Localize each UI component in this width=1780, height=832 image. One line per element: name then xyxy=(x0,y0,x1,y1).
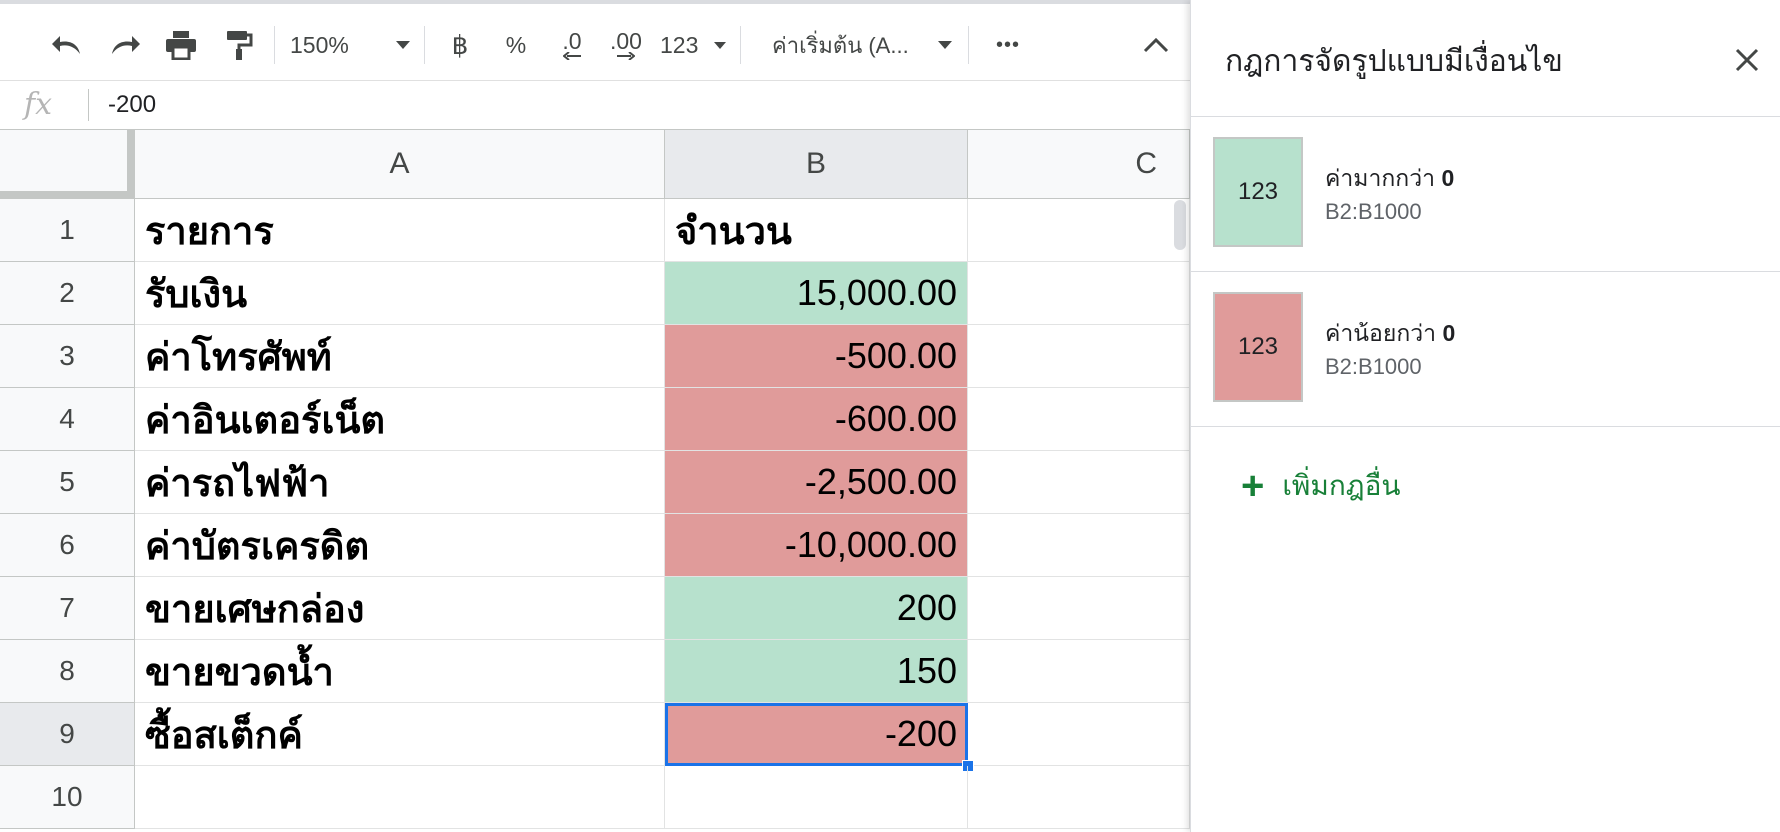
arrow-right-icon xyxy=(617,52,635,60)
cell-a7[interactable]: ขายเศษกล่อง xyxy=(135,577,665,640)
redo-button[interactable] xyxy=(104,24,146,66)
row-header-6[interactable]: 6 xyxy=(0,514,135,577)
toolbar-divider xyxy=(740,26,741,64)
select-all-corner[interactable] xyxy=(0,130,135,199)
add-rule-label: เพิ่มกฎอื่น xyxy=(1282,470,1401,501)
add-rule-button[interactable]: + เพิ่มกฎอื่น xyxy=(1241,464,1401,508)
arrow-left-icon xyxy=(563,52,581,60)
undo-icon xyxy=(52,36,80,54)
cell-c5[interactable] xyxy=(968,451,1190,514)
chevron-up-icon xyxy=(1143,37,1169,53)
column-header-c[interactable]: C xyxy=(968,130,1190,199)
cell-b2[interactable]: 15,000.00 xyxy=(665,262,968,325)
row-header-5[interactable]: 5 xyxy=(0,451,135,514)
row-header-10[interactable]: 10 xyxy=(0,766,135,829)
toolbar-divider xyxy=(274,26,275,64)
row-header-2[interactable]: 2 xyxy=(0,262,135,325)
close-icon xyxy=(1735,48,1759,72)
rule-range: B2:B1000 xyxy=(1325,199,1422,224)
cell-b1[interactable]: จำนวน xyxy=(665,199,968,262)
toolbar: 150% ฿ % .0 .00 123 ค่าเริ่มต้น (A... ••… xyxy=(0,0,1190,81)
row-header-7[interactable]: 7 xyxy=(0,577,135,640)
zoom-value: 150% xyxy=(290,31,349,58)
cell-c4[interactable] xyxy=(968,388,1190,451)
chevron-down-icon xyxy=(938,41,952,49)
print-icon xyxy=(166,31,196,60)
zoom-select[interactable]: 150% xyxy=(290,24,410,66)
format-percent-button[interactable]: % xyxy=(496,24,536,66)
plus-icon: + xyxy=(1241,464,1265,508)
increase-decimal-label: .00 xyxy=(610,28,642,54)
collapse-toolbar-button[interactable] xyxy=(1136,24,1176,66)
cell-c9[interactable] xyxy=(968,703,1190,766)
cell-c2[interactable] xyxy=(968,262,1190,325)
rule-condition: ค่ามากกว่า 0 xyxy=(1325,165,1455,191)
rule-range: B2:B1000 xyxy=(1325,354,1422,379)
rule-item-less-than[interactable]: 123 ค่าน้อยกว่า 0 B2:B1000 xyxy=(1191,272,1780,426)
cell-b3[interactable]: -500.00 xyxy=(665,325,968,388)
cell-c3[interactable] xyxy=(968,325,1190,388)
formula-input[interactable]: -200 xyxy=(108,89,156,121)
print-button[interactable] xyxy=(160,24,202,66)
cell-c1[interactable] xyxy=(968,199,1190,262)
cell-a3[interactable]: ค่าโทรศัพท์ xyxy=(135,325,665,388)
cell-b6[interactable]: -10,000.00 xyxy=(665,514,968,577)
font-name: ค่าเริ่มต้น (A... xyxy=(772,32,909,58)
cell-c7[interactable] xyxy=(968,577,1190,640)
redo-icon xyxy=(112,36,140,54)
paint-format-button[interactable] xyxy=(218,24,260,66)
chevron-down-icon xyxy=(396,41,410,49)
cell-b7[interactable]: 200 xyxy=(665,577,968,640)
decrease-decimal-button[interactable]: .0 xyxy=(550,24,594,66)
rule-swatch: 123 xyxy=(1213,292,1303,402)
spreadsheet-grid: A B C 1 รายการ จำนวน 2 รับเงิน 15,000.00 3 ค่าโ… xyxy=(0,130,1190,832)
formula-bar: fx -200 xyxy=(0,81,1190,130)
cell-a2[interactable]: รับเงิน xyxy=(135,262,665,325)
row-header-8[interactable]: 8 xyxy=(0,640,135,703)
cell-c6[interactable] xyxy=(968,514,1190,577)
conditional-format-panel: กฎการจัดรูปแบบมีเงื่อนไข 123 ค่ามากกว่า … xyxy=(1190,0,1780,832)
more-options-button[interactable]: ••• xyxy=(986,24,1030,66)
cell-b8[interactable]: 150 xyxy=(665,640,968,703)
cell-b4[interactable]: -600.00 xyxy=(665,388,968,451)
cell-a1[interactable]: รายการ xyxy=(135,199,665,262)
cell-a8[interactable]: ขายขวดน้ำ xyxy=(135,640,665,703)
decrease-decimal-label: .0 xyxy=(562,28,582,54)
cell-a9[interactable]: ซื้อสเต็กค์ xyxy=(135,703,665,766)
undo-button[interactable] xyxy=(46,24,88,66)
chevron-down-icon xyxy=(714,41,726,49)
row-header-4[interactable]: 4 xyxy=(0,388,135,451)
vertical-scrollbar[interactable] xyxy=(1174,200,1186,250)
column-header-b[interactable]: B xyxy=(665,130,968,199)
rule-swatch: 123 xyxy=(1213,137,1303,247)
cell-b10[interactable] xyxy=(665,766,968,829)
paint-format-icon xyxy=(227,31,253,60)
cell-b5[interactable]: -2,500.00 xyxy=(665,451,968,514)
row-header-3[interactable]: 3 xyxy=(0,325,135,388)
more-formats-button[interactable]: 123 xyxy=(660,24,726,66)
cell-c8[interactable] xyxy=(968,640,1190,703)
formula-divider xyxy=(88,89,89,121)
close-panel-button[interactable] xyxy=(1731,44,1763,76)
increase-decimal-button[interactable]: .00 xyxy=(604,24,648,66)
column-header-a[interactable]: A xyxy=(135,130,665,199)
row-header-9[interactable]: 9 xyxy=(0,703,135,766)
fx-icon: fx xyxy=(24,87,53,122)
panel-title: กฎการจัดรูปแบบมีเงื่อนไข xyxy=(1225,45,1563,78)
cell-a4[interactable]: ค่าอินเตอร์เน็ต xyxy=(135,388,665,451)
more-formats-label: 123 xyxy=(660,31,699,58)
toolbar-divider xyxy=(968,26,969,64)
rule-item-greater-than[interactable]: 123 ค่ามากกว่า 0 B2:B1000 xyxy=(1191,117,1780,271)
cell-a10[interactable] xyxy=(135,766,665,829)
font-select[interactable]: ค่าเริ่มต้น (A... xyxy=(772,24,952,66)
row-header-1[interactable]: 1 xyxy=(0,199,135,262)
toolbar-divider xyxy=(424,26,425,64)
cell-a5[interactable]: ค่ารถไฟฟ้า xyxy=(135,451,665,514)
rule-condition: ค่าน้อยกว่า 0 xyxy=(1325,320,1456,346)
panel-divider xyxy=(1191,426,1780,427)
cell-a6[interactable]: ค่าบัตรเครดิต xyxy=(135,514,665,577)
format-currency-button[interactable]: ฿ xyxy=(440,24,480,66)
cell-c10[interactable] xyxy=(968,766,1190,829)
cell-b9[interactable]: -200 xyxy=(665,703,968,766)
